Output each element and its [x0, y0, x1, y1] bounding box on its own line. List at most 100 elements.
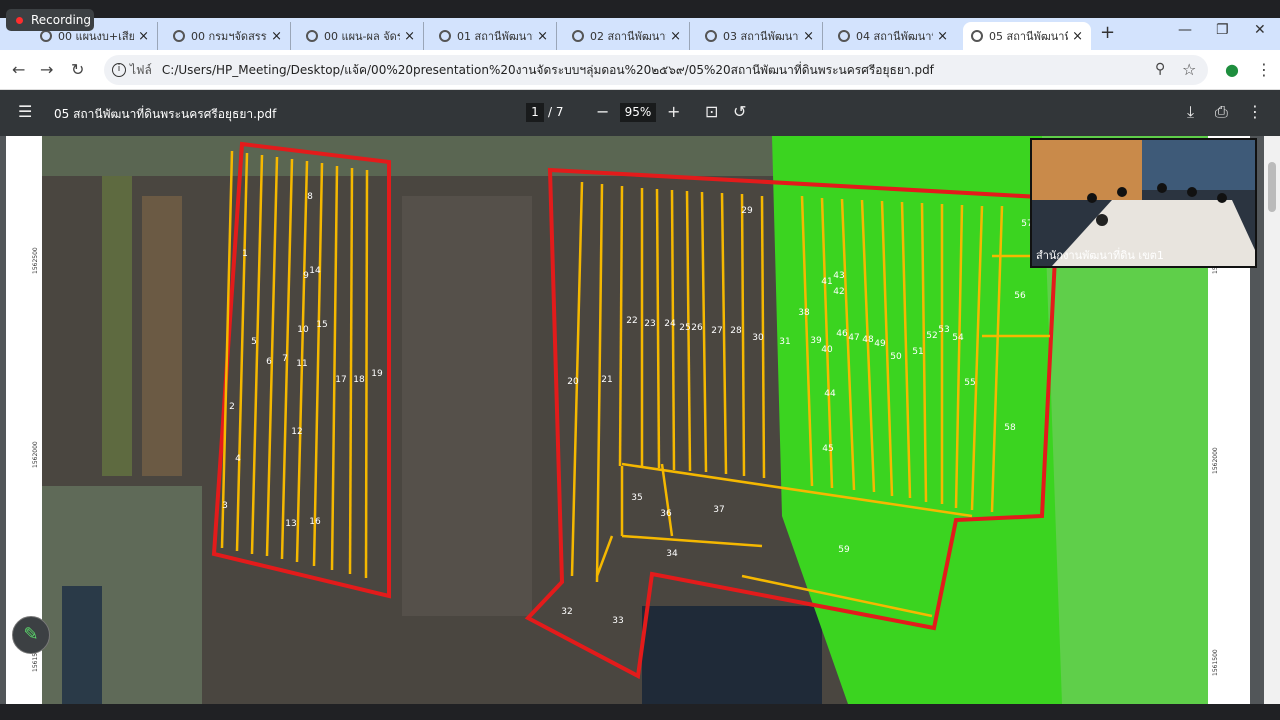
parcel-label: 42: [833, 287, 844, 297]
tab-1[interactable]: 00 กรมฯจัดสรรงบ ×: [165, 22, 291, 50]
tab-label: 03 สถานีพัฒนาที่ดิ: [723, 30, 799, 43]
field-strip: [102, 176, 132, 476]
url-text[interactable]: C:/Users/HP_Meeting/Desktop/แจ้ค/00%20pr…: [162, 61, 934, 80]
menu-kebab-icon[interactable]: ⋮: [1256, 60, 1272, 79]
tab-5[interactable]: 03 สถานีพัฒนาที่ดิ ×: [697, 22, 823, 50]
globe-icon: [306, 30, 318, 42]
parcel-label: 18: [353, 375, 365, 385]
restore-icon[interactable]: ❐: [1216, 22, 1229, 38]
parcel-label: 49: [874, 339, 886, 349]
parcel-label: 31: [779, 337, 790, 347]
info-icon[interactable]: i: [112, 63, 126, 77]
screen-top-bar: [0, 0, 1280, 18]
field-strip: [402, 196, 532, 616]
parcel-label: 19: [371, 369, 383, 379]
recording-indicator: Recording: [6, 9, 94, 31]
parcel-label: 48: [862, 335, 874, 345]
close-icon[interactable]: ×: [803, 29, 814, 44]
parcel-label: 46: [836, 329, 848, 339]
globe-icon: [439, 30, 451, 42]
video-call-overlay[interactable]: สำนักงานพัฒนาที่ดิน เขต1: [1030, 138, 1257, 268]
tab-label: 05 สถานีพัฒนาที่ดิ: [989, 30, 1069, 43]
print-icon[interactable]: ⎙: [1215, 102, 1228, 122]
parcel-label: 54: [952, 333, 964, 343]
close-window-icon[interactable]: ✕: [1254, 22, 1266, 38]
parcel-label: 45: [822, 444, 833, 454]
close-icon[interactable]: ×: [937, 29, 948, 44]
tab-2[interactable]: 00 แผน-ผล จัดระบ×: [298, 22, 424, 50]
water-pond: [642, 606, 822, 704]
screen-bottom-bar: [0, 704, 1280, 720]
minimize-icon[interactable]: —: [1178, 22, 1192, 38]
parcel-label: 56: [1014, 291, 1026, 301]
parcel-label: 28: [730, 326, 742, 336]
parcel-label: 3: [222, 501, 228, 511]
recording-label: Recording: [31, 13, 92, 27]
tab-4[interactable]: 02 สถานีพัฒนาที่ดิ ×: [564, 22, 690, 50]
close-icon[interactable]: ×: [404, 29, 415, 44]
globe-icon: [572, 30, 584, 42]
bookmark-star-icon[interactable]: ☆: [1182, 60, 1196, 79]
hamburger-menu-icon[interactable]: ☰: [18, 102, 32, 121]
address-bar[interactable]: i ไฟล์ C:/Users/HP_Meeting/Desktop/แจ้ค/…: [104, 55, 1208, 85]
pdf-toolbar: ☰ 05 สถานีพัฒนาที่ดินพระนครศรีอยุธยา.pdf…: [0, 90, 1280, 136]
globe-icon: [971, 30, 983, 42]
parcel-label: 4: [235, 454, 241, 464]
tab-label: 00 แผน-ผล จัดระบ: [324, 30, 401, 43]
tab-label: 01 สถานีพัฒนาที่ดิ: [457, 30, 533, 43]
tab-label: 02 สถานีพัฒนาที่ดิ: [590, 30, 666, 43]
parcel-label: 36: [660, 509, 672, 519]
rotate-icon[interactable]: ↺: [733, 102, 746, 121]
parcel-label: 37: [713, 505, 724, 515]
page-total: / 7: [548, 105, 564, 119]
new-tab-button[interactable]: +: [1100, 22, 1115, 43]
parcel-label: 34: [666, 549, 678, 559]
back-icon[interactable]: ←: [12, 60, 25, 79]
scrollbar-thumb[interactable]: [1268, 162, 1276, 212]
parcel-label: 27: [711, 326, 722, 336]
parcel-label: 52: [926, 331, 937, 341]
close-icon[interactable]: ×: [670, 29, 681, 44]
reload-icon[interactable]: ↻: [71, 60, 84, 79]
parcel-label: 47: [848, 333, 859, 343]
zoom-icon[interactable]: ⚲: [1155, 61, 1165, 77]
parcel-label: 30: [752, 333, 764, 343]
forward-icon[interactable]: →: [40, 60, 53, 79]
parcel-label: 24: [664, 319, 676, 329]
scheme-label: ไฟล์: [130, 62, 152, 77]
download-icon[interactable]: ⤓: [1187, 102, 1194, 122]
parcel-label: 13: [285, 519, 296, 529]
close-icon[interactable]: ×: [1072, 29, 1083, 44]
scrollbar[interactable]: [1264, 136, 1280, 704]
tab-3[interactable]: 01 สถานีพัฒนาที่ดิ ×: [431, 22, 557, 50]
parcel-label: 6: [266, 357, 272, 367]
tab-6[interactable]: 04 สถานีพัฒนาที่ดิ ×: [830, 22, 956, 50]
fit-page-icon[interactable]: ⊡: [705, 102, 718, 121]
parcel-label: 15: [316, 320, 327, 330]
zoom-level-input[interactable]: 95%: [620, 103, 656, 122]
parcel-label: 12: [291, 427, 302, 437]
parcel-label: 58: [1004, 423, 1016, 433]
zoom-in-icon[interactable]: +: [667, 102, 680, 121]
tab-label: 04 สถานีพัฒนาที่ดิ: [856, 30, 933, 43]
parcel-label: 51: [912, 347, 923, 357]
zoom-out-icon[interactable]: −: [596, 102, 609, 121]
annotation-pen-button[interactable]: ✎: [12, 616, 50, 654]
parcel-label: 20: [567, 377, 579, 387]
parcel-label: 55: [964, 378, 975, 388]
profile-icon[interactable]: ●: [1225, 60, 1239, 79]
parcel-label: 35: [631, 493, 642, 503]
close-icon[interactable]: ×: [537, 29, 548, 44]
parcel-label: 1: [242, 249, 248, 259]
coord-left: 1562500: [32, 247, 39, 274]
browser-toolbar: ← → ↻ i ไฟล์ C:/Users/HP_Meeting/Desktop…: [0, 50, 1280, 90]
page-number-input[interactable]: 1: [526, 103, 544, 122]
close-icon[interactable]: ×: [271, 29, 282, 44]
close-icon[interactable]: ×: [138, 29, 149, 44]
tab-7-active[interactable]: 05 สถานีพัฒนาที่ดิ×: [963, 22, 1091, 50]
parcel-label: 11: [296, 359, 307, 369]
more-options-icon[interactable]: ⋮: [1247, 102, 1263, 121]
parcel-label: 29: [741, 206, 753, 216]
pen-icon: ✎: [23, 624, 39, 645]
globe-icon: [40, 30, 52, 42]
